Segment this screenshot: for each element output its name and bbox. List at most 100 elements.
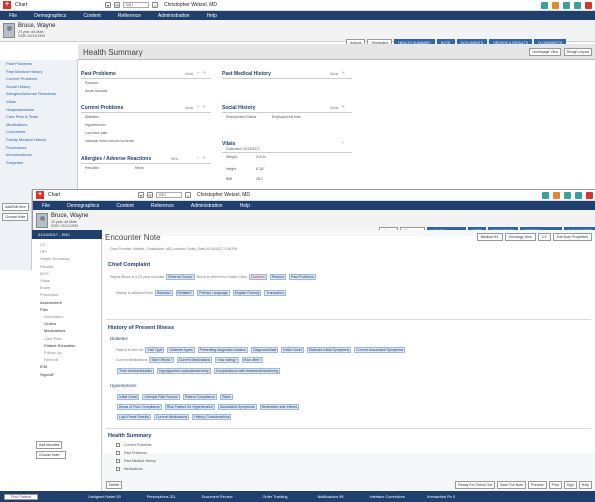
side-effects-chip[interactable]: Side Effects? bbox=[149, 357, 174, 363]
messages-icon[interactable] bbox=[541, 1, 548, 9]
messages-icon[interactable] bbox=[542, 191, 549, 199]
encounter-date-header[interactable]: 01/24/2017 - ENC bbox=[32, 230, 102, 239]
menu-reference[interactable]: Reference bbox=[151, 203, 174, 209]
close-icon[interactable] bbox=[585, 1, 592, 9]
add-icon[interactable]: + bbox=[197, 71, 199, 75]
complications-chip[interactable]: Complications with treatment/monitoring bbox=[213, 368, 280, 374]
patient-compliance-chip[interactable]: Patient Compliance bbox=[182, 394, 218, 400]
primary-language-chip[interactable]: Primary Language bbox=[197, 290, 230, 296]
note-section-item[interactable]: Sign/off bbox=[32, 372, 102, 379]
current-medications-chip[interactable]: Current Medications bbox=[176, 357, 213, 363]
edit-note-properties-button[interactable]: Edit Note Properties bbox=[552, 233, 592, 241]
nav-allergies[interactable]: Allergies/Adverse Reactions bbox=[0, 90, 77, 98]
associated-symptoms-chip[interactable]: Associated Symptoms bbox=[217, 404, 257, 410]
nav-family-history[interactable]: Family Medical History bbox=[0, 136, 77, 144]
note-section-item[interactable]: HPI bbox=[32, 249, 102, 256]
choose-note-button[interactable]: Choose Note bbox=[2, 213, 29, 221]
ready-for-checkout-button[interactable]: Ready For Check Out bbox=[455, 481, 496, 489]
note-section-item[interactable]: Referral bbox=[32, 357, 102, 364]
note-section-item[interactable]: Vitals bbox=[32, 278, 102, 285]
diabetes-types-chip[interactable]: Diabetes types bbox=[167, 347, 195, 353]
nav-past-medical-history[interactable]: Past Medical History bbox=[0, 68, 77, 76]
menu-help[interactable]: Help bbox=[207, 13, 217, 19]
menu-administration[interactable]: Administration bbox=[158, 13, 190, 19]
risks-chip[interactable]: Risks bbox=[220, 394, 233, 400]
menu-demographics[interactable]: Demographics bbox=[67, 203, 99, 209]
document-review-link[interactable]: Document Review bbox=[202, 495, 233, 499]
reliable-chip[interactable]: Reliable? bbox=[175, 290, 195, 296]
lock-icon[interactable]: ⌂ bbox=[185, 192, 191, 198]
prescriptions-link[interactable]: Prescriptions 311 bbox=[147, 495, 176, 499]
sign-button[interactable]: Sign bbox=[563, 481, 577, 489]
history-considerations-chip[interactable]: History Considerations bbox=[192, 414, 232, 420]
english-fluency-chip[interactable]: English Fluency bbox=[232, 290, 262, 296]
initial-onset-chip[interactable]: Initial Onset bbox=[117, 394, 140, 400]
note-section-item[interactable]: Procedure bbox=[32, 292, 102, 299]
referral-source-chip[interactable]: Referral Source bbox=[166, 274, 195, 280]
add-icon[interactable]: + bbox=[197, 105, 199, 109]
order-tracking-link[interactable]: Order Tracking bbox=[262, 495, 287, 499]
edit-icon[interactable]: ✎ bbox=[203, 71, 206, 75]
checkbox[interactable] bbox=[116, 443, 120, 447]
refresh-icon[interactable]: ⟳ bbox=[147, 192, 153, 198]
add-edit-item-button[interactable]: Add/Edit Item bbox=[2, 203, 30, 211]
risk-factors-chip[interactable]: Risk Factors for Hypertension bbox=[164, 404, 215, 410]
note-section-item[interactable]: E/M bbox=[32, 364, 102, 371]
hs-row[interactable]: Past Medical History bbox=[116, 459, 156, 463]
time-checked-chip[interactable]: Time checked/results bbox=[117, 368, 154, 374]
provider-select[interactable]: GS I bbox=[123, 2, 149, 8]
mail-icon[interactable] bbox=[564, 191, 571, 199]
translation-chip[interactable]: Translation bbox=[264, 290, 286, 296]
menu-administration[interactable]: Administration bbox=[191, 203, 223, 209]
diagnostic-location-chip[interactable]: Presenting diagnostic location bbox=[197, 347, 249, 353]
hs-row[interactable]: Medications bbox=[116, 467, 143, 471]
section-none-toggle[interactable]: None bbox=[330, 106, 338, 110]
medical-hx-button[interactable]: Medical HX bbox=[476, 233, 503, 241]
nav-procedures[interactable]: Procedures bbox=[0, 144, 77, 152]
mail-icon[interactable] bbox=[563, 1, 570, 9]
edit-icon[interactable]: ✎ bbox=[342, 71, 345, 75]
section-none-toggle[interactable]: None bbox=[330, 72, 338, 76]
settings-icon[interactable] bbox=[575, 191, 582, 199]
diagnosed-chip[interactable]: Diagnosed/last bbox=[251, 347, 279, 353]
refresh-icon[interactable]: ⟳ bbox=[114, 2, 120, 8]
nav-comments[interactable]: Comments bbox=[0, 128, 77, 136]
find-patient-input[interactable]: Find Patient bbox=[4, 493, 39, 500]
lock-icon[interactable]: ⌂ bbox=[152, 2, 158, 8]
tasks-icon[interactable] bbox=[553, 191, 560, 199]
notifications-link[interactable]: Notifications 95 bbox=[318, 495, 344, 499]
past-problems-chip[interactable]: Past Problems bbox=[288, 274, 316, 280]
edit-icon[interactable]: ✎ bbox=[342, 105, 345, 109]
initial-symptoms-chip[interactable]: Diabetes Initial Symptoms bbox=[306, 347, 352, 353]
tasks-icon[interactable] bbox=[552, 1, 559, 9]
hs-row[interactable]: Current Problems bbox=[116, 443, 151, 447]
patient-name[interactable]: Bruce, Wayne bbox=[51, 213, 88, 219]
note-section-item[interactable]: Health Summary bbox=[32, 256, 102, 263]
initial-onset-chip[interactable]: Initial Onset bbox=[281, 347, 304, 353]
oncology-view-button[interactable]: Oncology View bbox=[504, 233, 536, 241]
diabetes-chip[interactable]: Diabetes bbox=[249, 274, 267, 280]
checkbox[interactable] bbox=[116, 467, 120, 471]
note-section-item[interactable]: Orders bbox=[32, 321, 102, 328]
note-section-item[interactable]: Assessment bbox=[32, 300, 102, 307]
design-layout-button[interactable]: Design Layout bbox=[563, 48, 592, 56]
poor-compliance-chip[interactable]: Areas of Poor Compliance bbox=[117, 404, 162, 410]
menu-content[interactable]: Content bbox=[116, 203, 134, 209]
nav-surgeries[interactable]: Surgeries bbox=[0, 159, 77, 167]
edit-icon[interactable]: ✎ bbox=[203, 156, 206, 160]
settings-icon[interactable] bbox=[574, 1, 581, 9]
section-none-toggle[interactable]: None bbox=[185, 72, 193, 76]
interface-corrections-link[interactable]: Interface Corrections bbox=[370, 495, 405, 499]
menu-content[interactable]: Content bbox=[83, 13, 101, 19]
historian-chip[interactable]: Historian bbox=[154, 290, 173, 296]
note-section-item[interactable]: CC bbox=[32, 242, 102, 249]
nka-toggle[interactable]: NKA bbox=[171, 157, 178, 161]
cx-button[interactable]: CX bbox=[537, 233, 551, 241]
nav-social-history[interactable]: Social History bbox=[0, 83, 77, 91]
lifestyle-risk-chip[interactable]: Lifestyle Risk Factors bbox=[142, 394, 180, 400]
note-section-item[interactable]: Plan bbox=[32, 307, 102, 314]
add-icon[interactable]: + bbox=[342, 141, 344, 145]
choose-note-select[interactable]: Choose Note bbox=[36, 451, 66, 459]
delete-button[interactable]: Delete bbox=[106, 481, 123, 489]
note-section-item[interactable]: Care Plan bbox=[32, 336, 102, 343]
